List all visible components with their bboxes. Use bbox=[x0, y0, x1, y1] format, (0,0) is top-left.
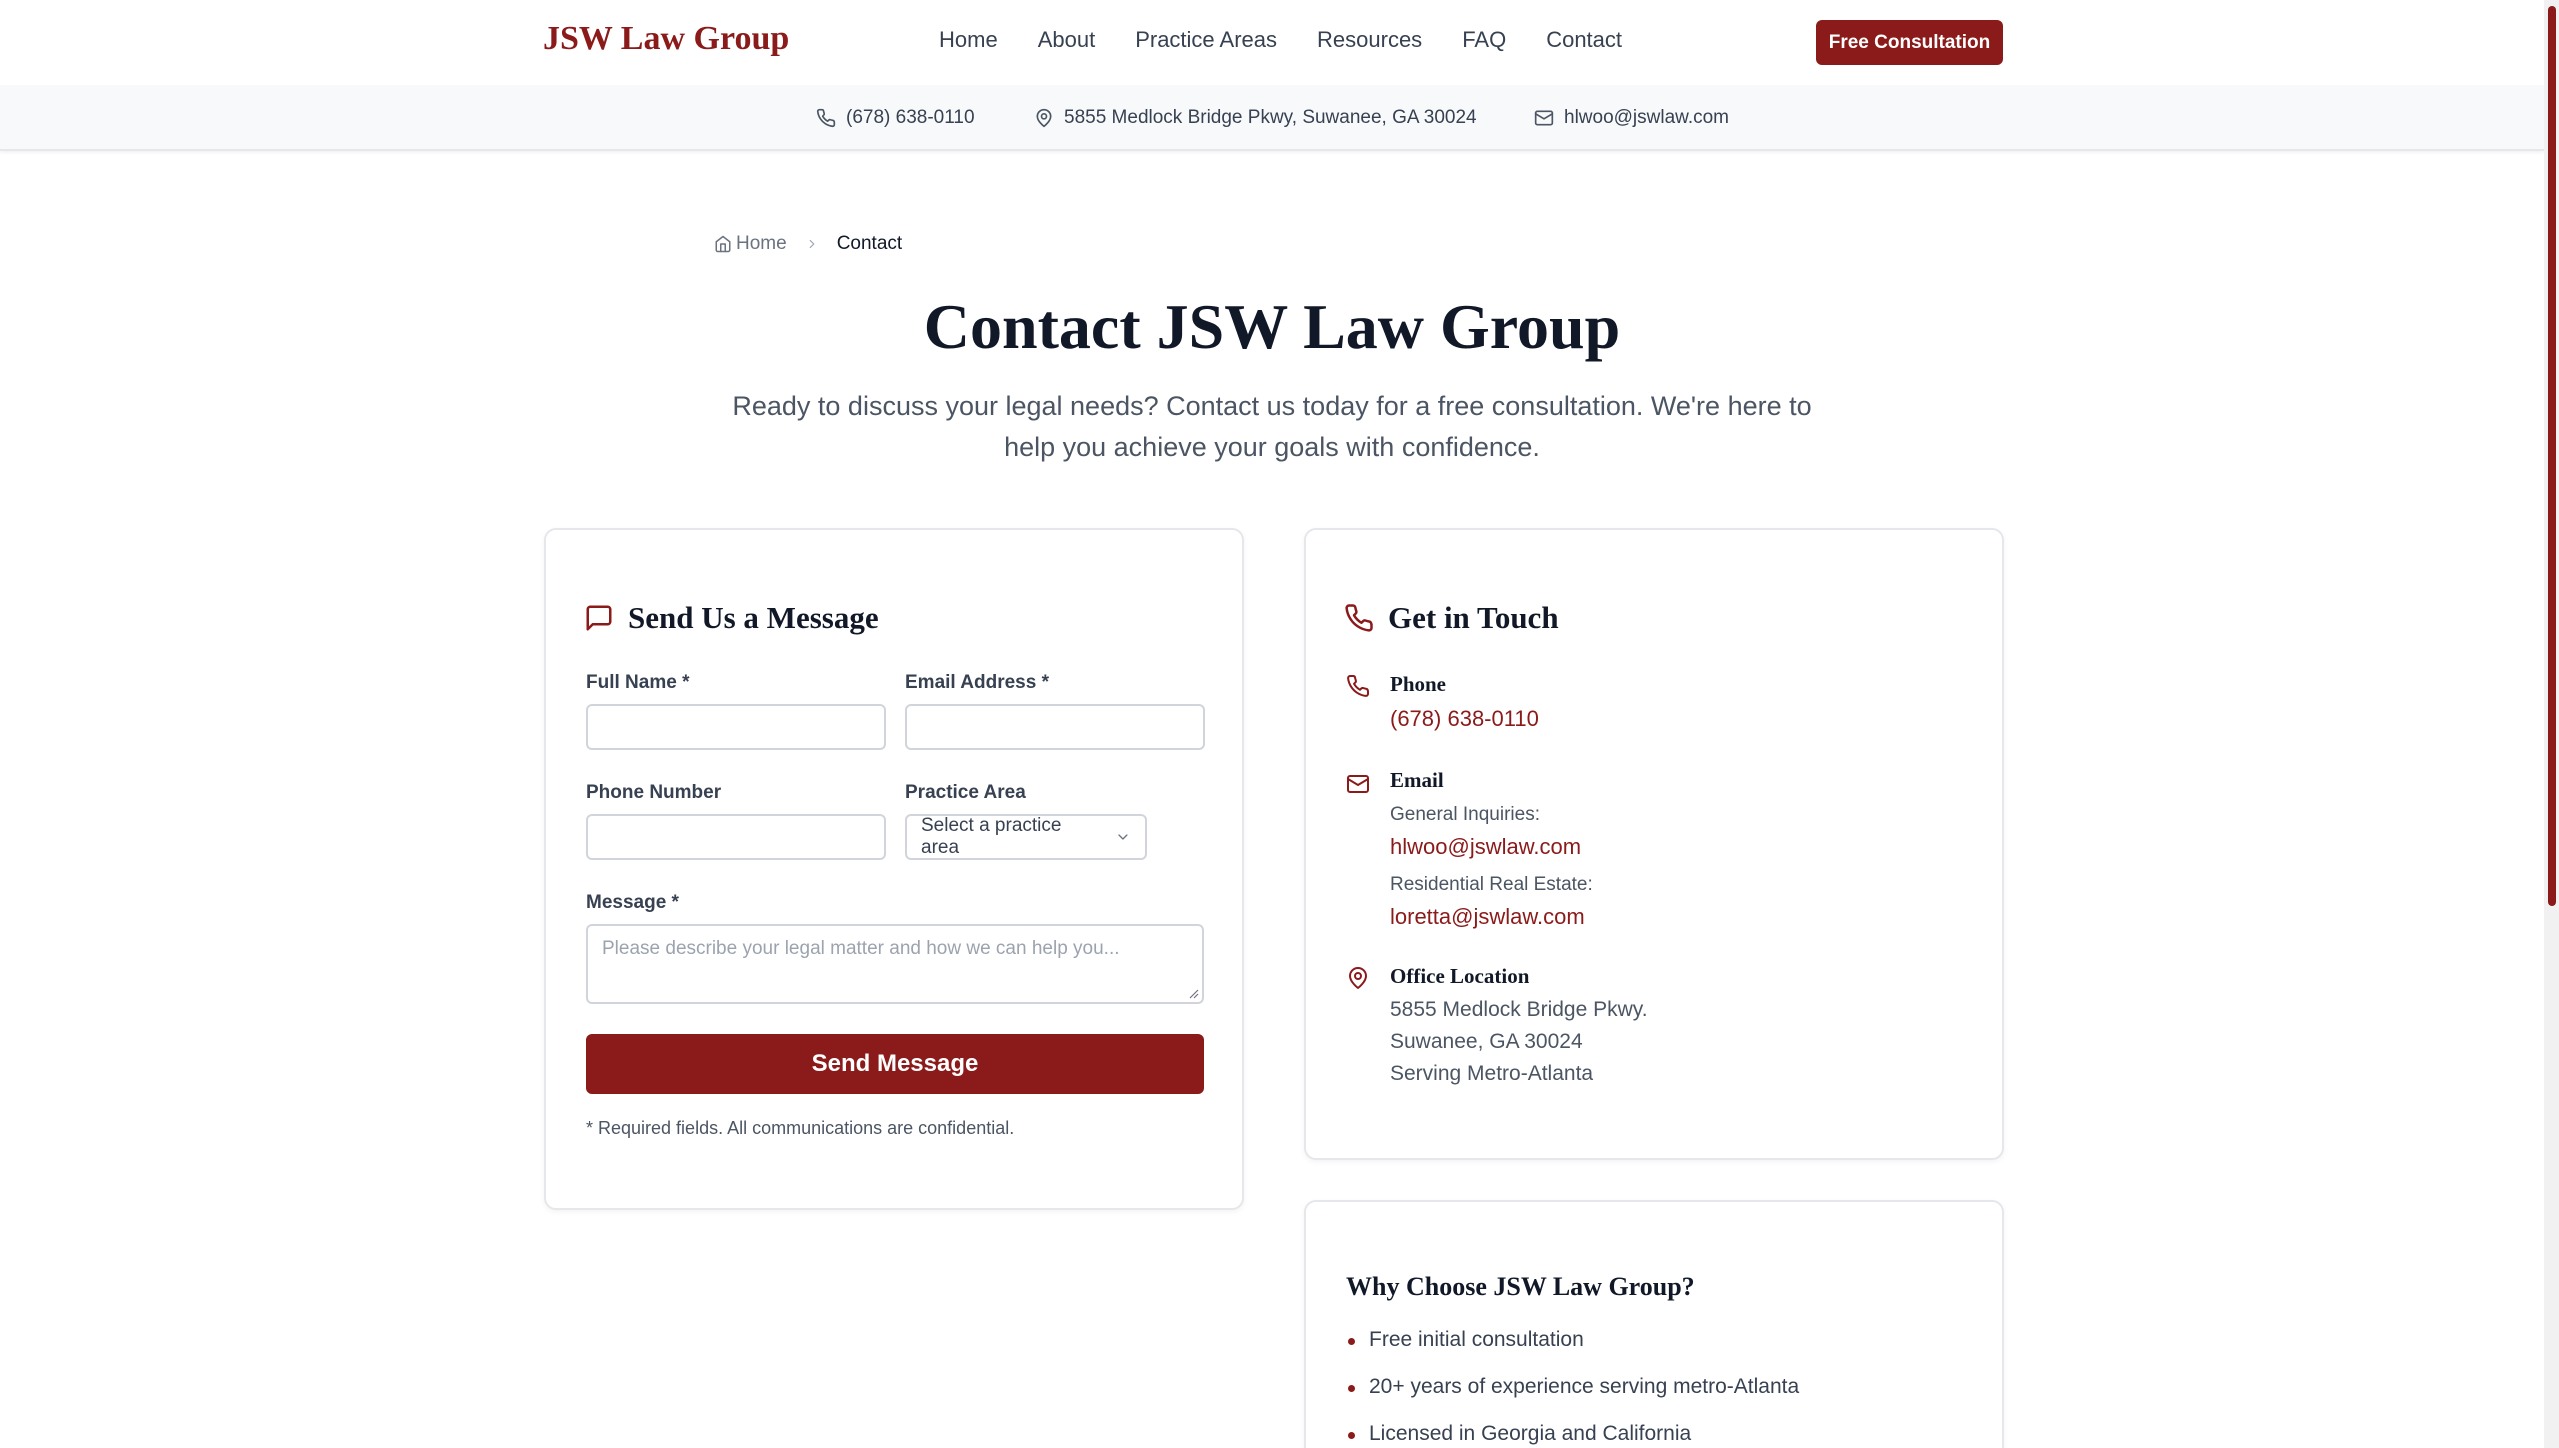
form-note: * Required fields. All communications ar… bbox=[586, 1118, 1015, 1138]
email-label: Email Address * bbox=[905, 672, 1049, 693]
practice-area-select[interactable]: Select a practice area bbox=[905, 814, 1147, 860]
phone-heading: Phone bbox=[1390, 672, 1447, 696]
form-title: Send Us a Message bbox=[584, 600, 879, 636]
chevron-right-icon bbox=[805, 237, 819, 251]
contact-form-card: Send Us a Message Full Name * Email Addr… bbox=[544, 528, 1244, 1210]
get-in-touch-card: Get in Touch Phone (678) 638-0110 Email … bbox=[1304, 528, 2004, 1160]
get-in-touch-title: Get in Touch bbox=[1344, 600, 1559, 636]
scrollbar-thumb[interactable] bbox=[2548, 6, 2556, 906]
map-pin-icon bbox=[1036, 108, 1052, 128]
email-heading: Email bbox=[1390, 768, 1444, 792]
bullet-icon bbox=[1348, 1432, 1355, 1439]
office-address-line-3: Serving Metro-Atlanta bbox=[1390, 1062, 1594, 1085]
message-placeholder: Please describe your legal matter and ho… bbox=[602, 938, 1120, 959]
get-in-touch-title-text: Get in Touch bbox=[1388, 600, 1559, 635]
nav-contact[interactable]: Contact bbox=[1546, 27, 1622, 53]
mail-icon bbox=[1347, 775, 1369, 793]
breadcrumb-current: Contact bbox=[836, 233, 903, 254]
page-title: Contact JSW Law Group bbox=[923, 291, 1621, 362]
bullet-icon bbox=[1348, 1385, 1355, 1392]
practice-area-selected: Select a practice area bbox=[921, 815, 1062, 858]
form-title-text: Send Us a Message bbox=[628, 600, 879, 635]
phone-icon bbox=[1345, 604, 1373, 632]
office-location-heading: Office Location bbox=[1390, 964, 1530, 988]
page-scrollbar[interactable] bbox=[2544, 0, 2559, 1448]
breadcrumb-home-label: Home bbox=[736, 233, 787, 254]
email-input[interactable] bbox=[905, 704, 1205, 750]
phone-icon bbox=[816, 108, 836, 128]
map-pin-icon bbox=[1349, 967, 1367, 989]
phone-input[interactable] bbox=[586, 814, 886, 860]
message-square-icon bbox=[586, 605, 612, 631]
residential-real-estate-label: Residential Real Estate: bbox=[1390, 874, 1593, 895]
phone-link[interactable]: (678) 638-0110 bbox=[1390, 706, 1539, 732]
list-item: 20+ years of experience serving metro-At… bbox=[1346, 1375, 1799, 1422]
why-choose-card: Why Choose JSW Law Group? Free initial c… bbox=[1304, 1200, 2004, 1448]
infobar-email-text: hlwoo@jswlaw.com bbox=[1564, 107, 1730, 128]
site-logo[interactable]: JSW Law Group bbox=[543, 20, 789, 58]
infobar-phone[interactable]: (678) 638-0110 bbox=[816, 107, 975, 129]
why-choose-list: Free initial consultation 20+ years of e… bbox=[1346, 1328, 1799, 1448]
nav-faq[interactable]: FAQ bbox=[1462, 27, 1506, 53]
phone-icon bbox=[1347, 674, 1370, 697]
nav-about[interactable]: About bbox=[1038, 27, 1096, 53]
infobar-email[interactable]: hlwoo@jswlaw.com bbox=[1534, 107, 1729, 129]
office-address-line-2: Suwanee, GA 30024 bbox=[1390, 1030, 1583, 1053]
send-message-button[interactable]: Send Message bbox=[586, 1034, 1204, 1094]
why-item-text: Licensed in Georgia and California bbox=[1369, 1422, 1692, 1445]
message-label: Message * bbox=[586, 892, 679, 913]
message-textarea[interactable]: Please describe your legal matter and ho… bbox=[586, 924, 1204, 1004]
bullet-icon bbox=[1348, 1338, 1355, 1345]
infobar-address-text: 5855 Medlock Bridge Pkwy, Suwanee, GA 30… bbox=[1064, 107, 1477, 128]
realestate-email-link[interactable]: loretta@jswlaw.com bbox=[1390, 904, 1585, 930]
infobar-address: 5855 Medlock Bridge Pkwy, Suwanee, GA 30… bbox=[1034, 107, 1477, 129]
home-icon bbox=[715, 235, 731, 253]
list-item: Free initial consultation bbox=[1346, 1328, 1799, 1375]
general-inquiries-label: General Inquiries: bbox=[1390, 804, 1540, 825]
chevron-down-icon bbox=[1118, 834, 1128, 840]
office-address: 5855 Medlock Bridge Pkwy. Suwanee, GA 30… bbox=[1390, 994, 1648, 1090]
phone-label: Phone Number bbox=[586, 782, 722, 803]
page-subtitle: Ready to discuss your legal needs? Conta… bbox=[732, 391, 1812, 462]
infobar-phone-text: (678) 638-0110 bbox=[846, 107, 975, 128]
office-address-line-1: 5855 Medlock Bridge Pkwy. bbox=[1390, 998, 1648, 1021]
contact-info-bar: (678) 638-0110 5855 Medlock Bridge Pkwy,… bbox=[0, 85, 2544, 151]
breadcrumb: Home Contact bbox=[714, 233, 902, 255]
nav-practice-areas[interactable]: Practice Areas bbox=[1135, 27, 1277, 53]
free-consultation-button[interactable]: Free Consultation bbox=[1816, 20, 2003, 65]
general-email-link[interactable]: hlwoo@jswlaw.com bbox=[1390, 834, 1581, 860]
why-choose-title: Why Choose JSW Law Group? bbox=[1346, 1272, 1695, 1301]
breadcrumb-home[interactable]: Home bbox=[714, 233, 787, 255]
full-name-label: Full Name * bbox=[586, 672, 690, 693]
nav-resources[interactable]: Resources bbox=[1317, 27, 1422, 53]
list-item: Licensed in Georgia and California bbox=[1346, 1422, 1799, 1448]
mail-icon bbox=[1534, 110, 1554, 126]
top-navbar: JSW Law Group Home About Practice Areas … bbox=[0, 0, 2544, 85]
why-item-text: Free initial consultation bbox=[1369, 1328, 1584, 1351]
resize-handle-icon[interactable] bbox=[1189, 989, 1199, 999]
nav-home[interactable]: Home bbox=[939, 27, 998, 53]
main-nav: Home About Practice Areas Resources FAQ … bbox=[939, 27, 1662, 53]
why-item-text: 20+ years of experience serving metro-At… bbox=[1369, 1375, 1800, 1398]
practice-area-label: Practice Area bbox=[905, 782, 1026, 803]
full-name-input[interactable] bbox=[586, 704, 886, 750]
